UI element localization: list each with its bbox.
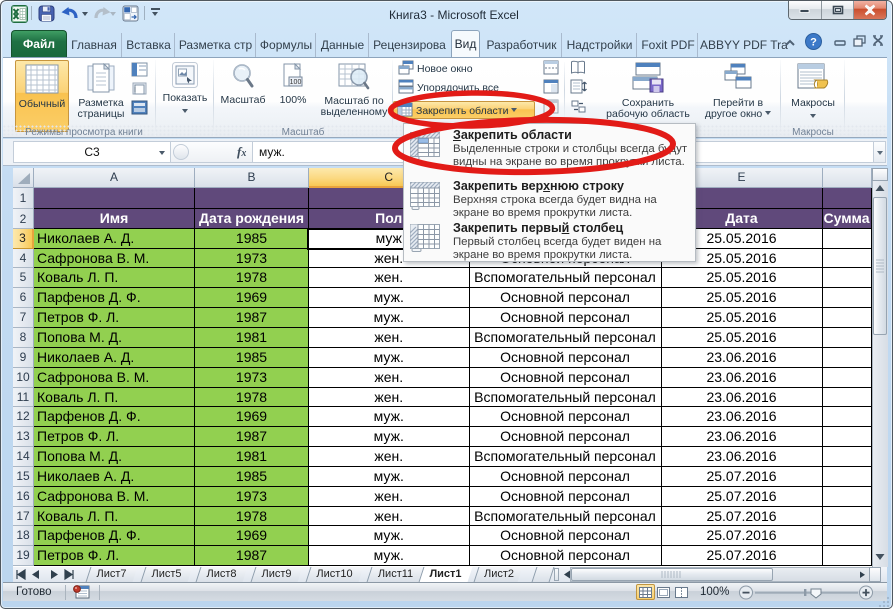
- svg-text:i: i: [134, 84, 136, 94]
- svg-text:100: 100: [290, 79, 302, 86]
- svg-text:?: ?: [810, 37, 817, 49]
